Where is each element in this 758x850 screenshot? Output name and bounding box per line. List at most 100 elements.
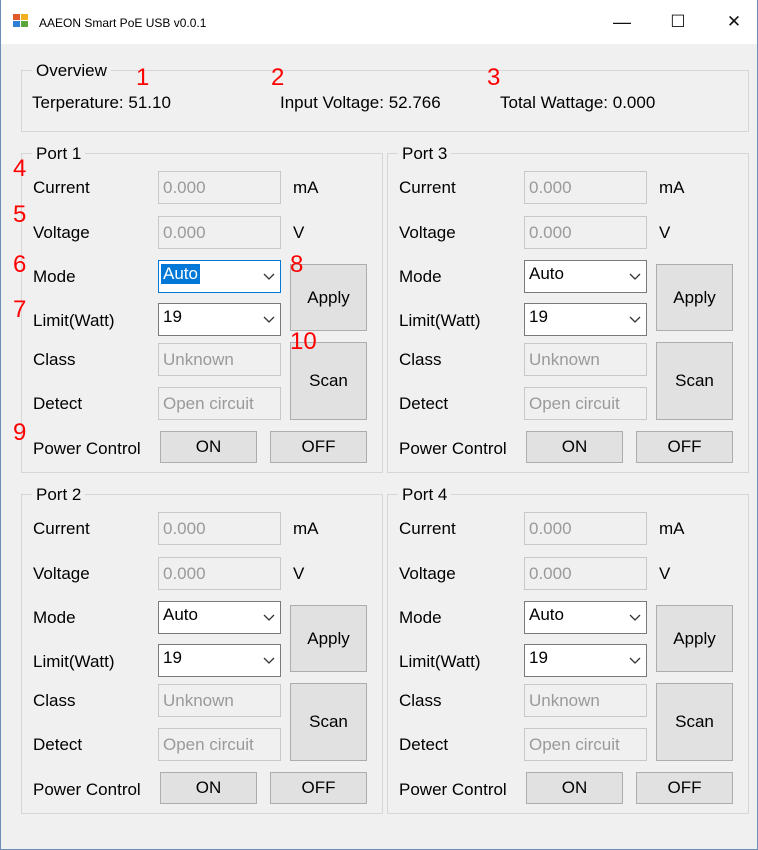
current-unit: mA (293, 178, 319, 197)
class-field[interactable]: Unknown (524, 684, 647, 717)
detect-label: Detect (399, 394, 449, 413)
mode-select[interactable]: Auto (524, 601, 647, 634)
apply-button[interactable]: Apply (290, 605, 367, 672)
voltage-field[interactable]: 0.000 (524, 216, 647, 249)
port-legend: Port 2 (32, 485, 86, 505)
minimize-button[interactable]: — (599, 0, 645, 44)
close-button[interactable]: ✕ (711, 0, 757, 44)
app-icon (13, 14, 29, 28)
detect-label: Detect (399, 735, 449, 754)
voltage-unit: V (659, 223, 671, 242)
detect-label: Detect (33, 735, 83, 754)
port-group: Port 2 Current 0.000 mA Voltage 0.000 V … (21, 485, 383, 814)
port-group: Port 1 Current 0.000 mA Voltage 0.000 V … (21, 144, 383, 473)
current-field[interactable]: 0.000 (158, 171, 281, 204)
power-on-button[interactable]: ON (526, 772, 623, 804)
limit-select[interactable]: 19 (524, 303, 647, 336)
chevron-down-icon (263, 614, 275, 621)
voltage-label: Voltage (33, 223, 90, 242)
power-control-label: Power Control (399, 439, 507, 458)
current-field[interactable]: 0.000 (524, 512, 647, 545)
detect-label: Detect (33, 394, 83, 413)
power-control-label: Power Control (399, 780, 507, 799)
detect-field[interactable]: Open circuit (158, 387, 281, 420)
chevron-down-icon (263, 273, 275, 280)
title-bar[interactable]: AAEON Smart PoE USB v0.0.1 — ☐ ✕ (1, 0, 757, 44)
annotation-number: 3 (487, 64, 501, 91)
power-off-button[interactable]: OFF (270, 772, 367, 804)
current-label: Current (33, 178, 90, 197)
power-on-button[interactable]: ON (160, 431, 257, 463)
maximize-button[interactable]: ☐ (655, 0, 701, 44)
mode-label: Mode (399, 267, 442, 286)
limit-value: 19 (163, 648, 182, 667)
current-unit: mA (659, 178, 685, 197)
chevron-down-icon (263, 657, 275, 664)
voltage-field[interactable]: 0.000 (524, 557, 647, 590)
scan-button[interactable]: Scan (656, 683, 733, 761)
annotation-number: 10 (290, 328, 317, 355)
class-field[interactable]: Unknown (158, 343, 281, 376)
voltage-field[interactable]: 0.000 (158, 216, 281, 249)
mode-value: Auto (529, 605, 564, 624)
voltage-field[interactable]: 0.000 (158, 557, 281, 590)
power-on-button[interactable]: ON (160, 772, 257, 804)
apply-button[interactable]: Apply (656, 605, 733, 672)
class-label: Class (399, 350, 442, 369)
overview-group: Overview Terperature: 51.10 Input Voltag… (21, 61, 749, 132)
power-control-label: Power Control (33, 439, 141, 458)
power-off-button[interactable]: OFF (270, 431, 367, 463)
class-label: Class (399, 691, 442, 710)
total-wattage-label: Total Wattage: 0.000 (500, 93, 656, 112)
power-off-button[interactable]: OFF (636, 431, 733, 463)
detect-field[interactable]: Open circuit (524, 387, 647, 420)
mode-label: Mode (33, 267, 76, 286)
limit-select[interactable]: 19 (524, 644, 647, 677)
mode-value: Auto (529, 264, 564, 283)
detect-field[interactable]: Open circuit (158, 728, 281, 761)
limit-label: Limit(Watt) (33, 311, 115, 330)
mode-select[interactable]: Auto (158, 260, 281, 293)
limit-select[interactable]: 19 (158, 303, 281, 336)
app-window: AAEON Smart PoE USB v0.0.1 — ☐ ✕ Overvie… (0, 0, 758, 850)
apply-button[interactable]: Apply (656, 264, 733, 331)
voltage-unit: V (293, 223, 305, 242)
input-voltage-label: Input Voltage: 52.766 (280, 93, 441, 112)
annotation-number: 7 (13, 296, 27, 323)
current-unit: mA (293, 519, 319, 538)
power-on-button[interactable]: ON (526, 431, 623, 463)
voltage-label: Voltage (399, 223, 456, 242)
class-field[interactable]: Unknown (524, 343, 647, 376)
detect-field[interactable]: Open circuit (524, 728, 647, 761)
mode-label: Mode (399, 608, 442, 627)
power-control-label: Power Control (33, 780, 141, 799)
voltage-label: Voltage (33, 564, 90, 583)
annotation-number: 6 (13, 251, 27, 278)
limit-select[interactable]: 19 (158, 644, 281, 677)
scan-button[interactable]: Scan (656, 342, 733, 420)
port-group: Port 3 Current 0.000 mA Voltage 0.000 V … (387, 144, 749, 473)
limit-value: 19 (163, 307, 182, 326)
mode-label: Mode (33, 608, 76, 627)
annotation-number: 2 (271, 64, 285, 91)
current-label: Current (399, 519, 456, 538)
scan-button[interactable]: Scan (290, 683, 367, 761)
annotation-number: 8 (290, 251, 304, 278)
class-field[interactable]: Unknown (158, 684, 281, 717)
annotation-number: 5 (13, 201, 27, 228)
chevron-down-icon (629, 316, 641, 323)
mode-select[interactable]: Auto (158, 601, 281, 634)
temperature-label: Terperature: 51.10 (32, 93, 171, 112)
port-legend: Port 3 (398, 144, 452, 164)
chevron-down-icon (629, 273, 641, 280)
mode-select[interactable]: Auto (524, 260, 647, 293)
current-unit: mA (659, 519, 685, 538)
chevron-down-icon (263, 316, 275, 323)
annotation-number: 4 (13, 155, 27, 182)
port-legend: Port 1 (32, 144, 86, 164)
current-label: Current (399, 178, 456, 197)
chevron-down-icon (629, 657, 641, 664)
current-field[interactable]: 0.000 (524, 171, 647, 204)
current-field[interactable]: 0.000 (158, 512, 281, 545)
power-off-button[interactable]: OFF (636, 772, 733, 804)
